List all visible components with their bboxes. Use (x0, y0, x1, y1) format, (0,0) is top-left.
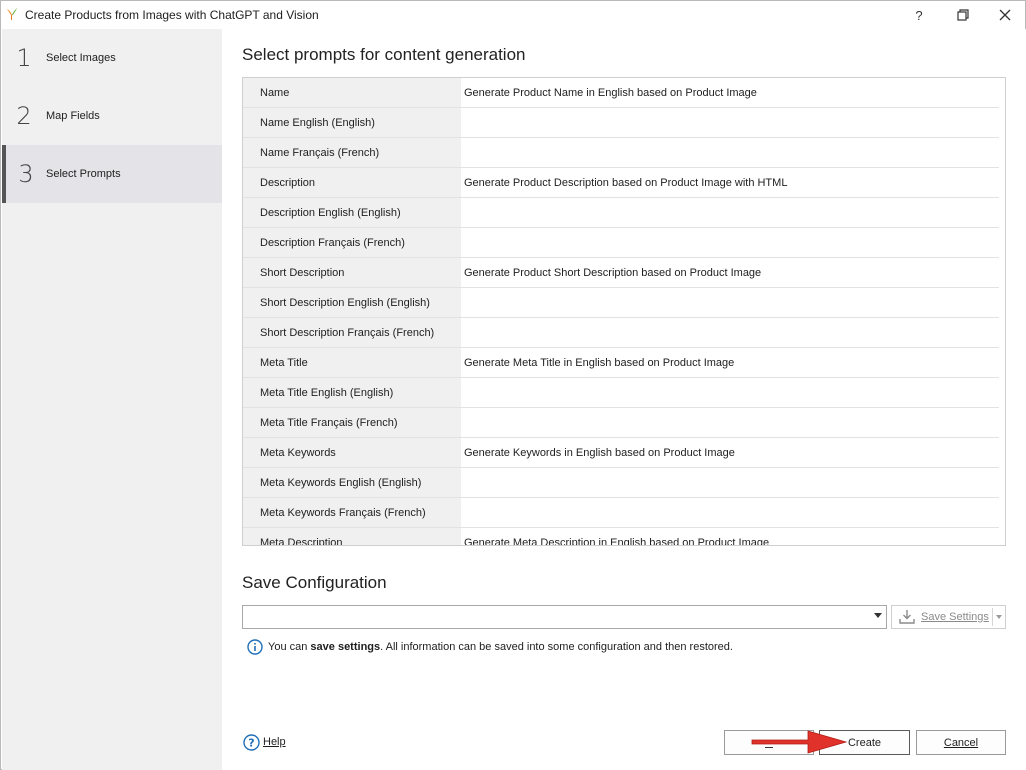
prompt-value-cell[interactable] (461, 138, 999, 168)
prompt-value-cell[interactable] (461, 228, 999, 258)
info-message: You can save settings . All information … (247, 638, 733, 656)
dialog-window: Create Products from Images with ChatGPT… (0, 0, 1026, 770)
prompt-value-cell[interactable]: Generate Product Description based on Pr… (461, 168, 999, 198)
step-map-fields[interactable]: 2 Map Fields (2, 87, 222, 145)
prompt-value-cell[interactable] (461, 318, 999, 348)
svg-text:?: ? (248, 736, 254, 749)
config-section-title: Save Configuration (242, 573, 387, 592)
back-button[interactable] (724, 730, 814, 755)
prompt-value-cell[interactable]: Generate Product Name in English based o… (461, 78, 999, 108)
create-button[interactable]: Create (819, 730, 910, 755)
prompt-row[interactable]: Meta Keywords Generate Keywords in Englis… (243, 438, 999, 468)
prompt-row[interactable]: Meta Keywords English (English) (243, 468, 999, 498)
app-logo-icon (7, 8, 17, 20)
info-icon (247, 639, 263, 655)
prompt-row[interactable]: Description English (English) (243, 198, 999, 228)
prompt-field-name: Description (243, 168, 461, 198)
prompt-field-name: Short Description Français (French) (243, 318, 461, 348)
step-label: Map Fields (46, 110, 100, 122)
prompt-row[interactable]: Short Description English (English) (243, 288, 999, 318)
prompt-value-cell[interactable] (461, 468, 999, 498)
step-number: 1 (16, 44, 32, 72)
close-icon (999, 9, 1011, 21)
prompts-section-title: Select prompts for content generation (242, 45, 526, 64)
prompt-value-cell[interactable]: Generate Product Short Description based… (461, 258, 999, 288)
info-text-prefix: You can (268, 641, 311, 653)
prompts-grid[interactable]: Name Generate Product Name in English bas… (242, 77, 1006, 546)
prompt-row[interactable]: Description Generate Product Description … (243, 168, 999, 198)
wizard-sidebar: 1 Select Images 2 Map Fields 3 Select Pr… (2, 29, 222, 770)
step-select-prompts[interactable]: 3 Select Prompts (2, 145, 222, 203)
prompt-row[interactable]: Meta Description Generate Meta Descriptio… (243, 528, 999, 545)
prompt-value-cell[interactable] (461, 108, 999, 138)
prompt-field-name: Meta Keywords Français (French) (243, 498, 461, 528)
prompt-field-name: Meta Title (243, 348, 461, 378)
prompt-row[interactable]: Name Français (French) (243, 138, 999, 168)
save-settings-button[interactable]: Save Settings (891, 605, 1006, 629)
step-select-images[interactable]: 1 Select Images (2, 29, 222, 87)
help-circle-icon: ? (243, 733, 260, 751)
prompt-field-name: Name Français (French) (243, 138, 461, 168)
back-mnemonic-mark (765, 747, 773, 748)
prompt-field-name: Meta Description (243, 528, 461, 545)
prompt-field-name: Short Description (243, 258, 461, 288)
help-link[interactable]: ? Help (243, 733, 286, 751)
prompt-value-cell[interactable]: Generate Keywords in English based on Pr… (461, 438, 999, 468)
prompt-field-name: Name (243, 78, 461, 108)
step-label: Select Images (46, 52, 116, 64)
prompt-value-cell[interactable] (461, 288, 999, 318)
info-text-suffix: . All information can be saved into some… (380, 641, 733, 653)
prompt-field-name: Description Français (French) (243, 228, 461, 258)
prompt-field-name: Short Description English (English) (243, 288, 461, 318)
cancel-label: Cancel (943, 736, 979, 749)
help-label: Help (263, 736, 286, 748)
prompt-field-name: Meta Title English (English) (243, 378, 461, 408)
prompt-row[interactable]: Name Generate Product Name in English bas… (243, 78, 999, 108)
prompt-field-name: Meta Keywords English (English) (243, 468, 461, 498)
prompt-row[interactable]: Name English (English) (243, 108, 999, 138)
prompt-field-name: Name English (English) (243, 108, 461, 138)
split-divider (992, 608, 993, 626)
step-number: 3 (18, 160, 34, 188)
prompt-row[interactable]: Meta Title Generate Meta Title in English… (243, 348, 999, 378)
prompt-value-cell[interactable] (461, 378, 999, 408)
download-icon (899, 610, 915, 624)
prompt-row[interactable]: Meta Title English (English) (243, 378, 999, 408)
save-settings-label: Save Settings (921, 611, 989, 623)
prompt-row[interactable]: Short Description Français (French) (243, 318, 999, 348)
restore-window-button[interactable] (941, 1, 985, 29)
prompt-value-cell[interactable]: Generate Meta Description in English bas… (461, 528, 999, 545)
prompt-row[interactable]: Short Description Generate Product Short … (243, 258, 999, 288)
configuration-combobox[interactable] (242, 605, 887, 629)
cancel-button[interactable]: Cancel (916, 730, 1006, 755)
chevron-down-icon[interactable] (874, 613, 882, 618)
prompt-row[interactable]: Description Français (French) (243, 228, 999, 258)
info-text-bold: save settings (310, 641, 381, 653)
prompt-value-cell[interactable] (461, 498, 999, 528)
chevron-down-icon[interactable] (996, 615, 1002, 619)
prompt-row[interactable]: Meta Title Français (French) (243, 408, 999, 438)
close-window-button[interactable] (983, 1, 1026, 29)
step-number: 2 (16, 102, 32, 130)
main-panel: Select prompts for content generation Na… (222, 29, 1026, 770)
prompt-row[interactable]: Meta Keywords Français (French) (243, 498, 999, 528)
prompt-value-cell[interactable] (461, 408, 999, 438)
title-bar: Create Products from Images with ChatGPT… (1, 1, 1025, 29)
prompt-value-cell[interactable]: Generate Meta Title in English based on … (461, 348, 999, 378)
window-title: Create Products from Images with ChatGPT… (25, 8, 319, 22)
create-label: Create (847, 736, 882, 749)
prompt-field-name: Meta Keywords (243, 438, 461, 468)
prompt-field-name: Meta Title Français (French) (243, 408, 461, 438)
prompt-field-name: Description English (English) (243, 198, 461, 228)
restore-icon (957, 9, 969, 21)
step-label: Select Prompts (46, 168, 121, 180)
prompt-value-cell[interactable] (461, 198, 999, 228)
help-title-button[interactable]: ? (897, 1, 941, 29)
